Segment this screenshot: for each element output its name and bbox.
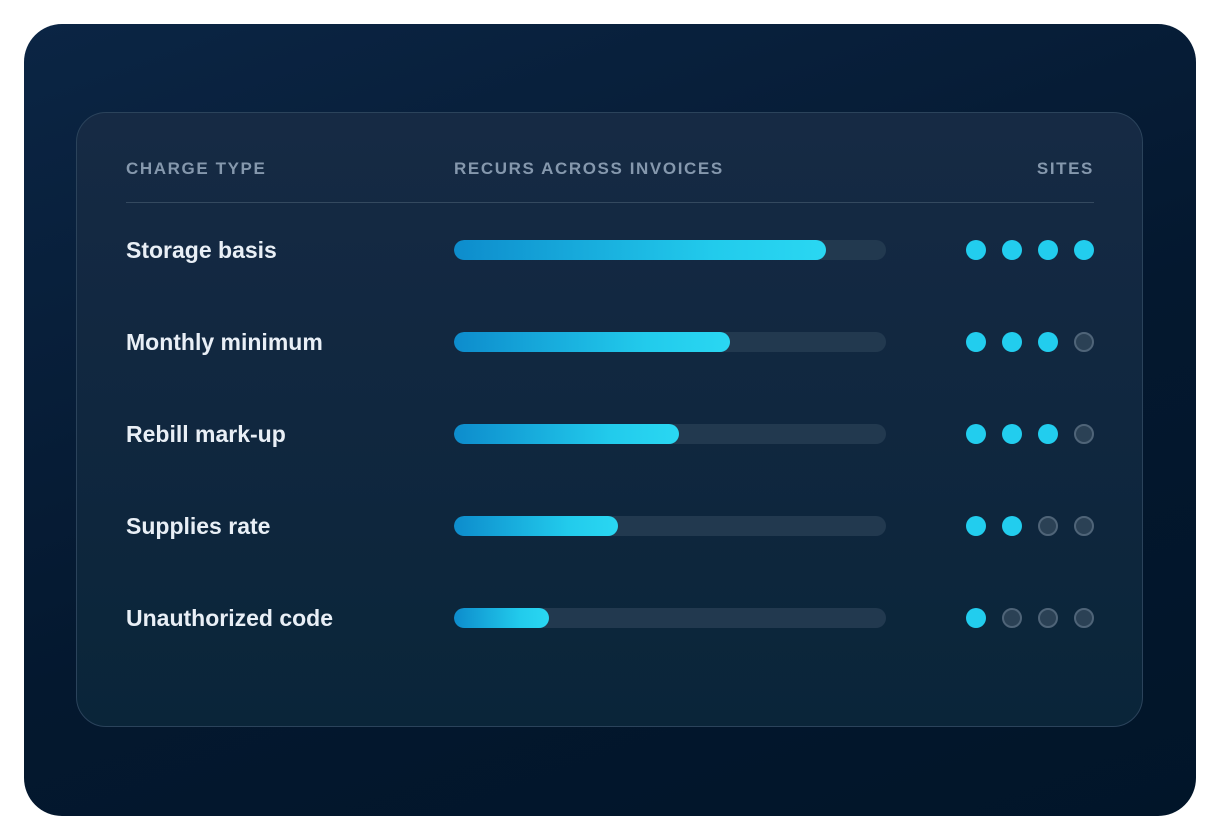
site-dot-active bbox=[1038, 240, 1058, 260]
background-panel: CHARGE TYPE RECURS ACROSS INVOICES SITES… bbox=[24, 24, 1196, 816]
charges-card: CHARGE TYPE RECURS ACROSS INVOICES SITES… bbox=[76, 112, 1143, 727]
recurrence-bar-fill bbox=[454, 608, 550, 628]
site-dot-active bbox=[966, 424, 986, 444]
charge-type-label: Rebill mark-up bbox=[126, 421, 286, 447]
recurrence-bar-fill bbox=[454, 424, 679, 444]
sites-indicator bbox=[966, 332, 1094, 352]
sites-indicator bbox=[966, 608, 1094, 628]
site-dot-inactive bbox=[1074, 608, 1094, 628]
table-row: Monthly minimum bbox=[126, 322, 1094, 362]
recurrence-bar-track bbox=[454, 516, 886, 536]
charge-type-label: Storage basis bbox=[126, 237, 277, 263]
site-dot-active bbox=[1074, 240, 1094, 260]
site-dot-active bbox=[1002, 516, 1022, 536]
site-dot-inactive bbox=[1074, 332, 1094, 352]
column-header-charge-type: CHARGE TYPE bbox=[126, 159, 267, 178]
table-header: CHARGE TYPE RECURS ACROSS INVOICES SITES bbox=[126, 158, 1094, 203]
recurrence-bar-track bbox=[454, 424, 886, 444]
recurrence-bar-track bbox=[454, 240, 886, 260]
charge-type-label: Supplies rate bbox=[126, 513, 271, 539]
site-dot-inactive bbox=[1038, 608, 1058, 628]
site-dot-active bbox=[966, 240, 986, 260]
site-dot-active bbox=[1002, 424, 1022, 444]
table-row: Unauthorized code bbox=[126, 598, 1094, 638]
site-dot-active bbox=[966, 516, 986, 536]
site-dot-inactive bbox=[1074, 424, 1094, 444]
site-dot-active bbox=[966, 608, 986, 628]
column-header-sites: SITES bbox=[1036, 159, 1094, 178]
site-dot-active bbox=[966, 332, 986, 352]
recurrence-bar-fill bbox=[454, 516, 619, 536]
recurrence-bar-fill bbox=[454, 332, 731, 352]
charge-type-label: Monthly minimum bbox=[126, 329, 323, 355]
site-dot-active bbox=[1038, 424, 1058, 444]
site-dot-active bbox=[1038, 332, 1058, 352]
site-dot-inactive bbox=[1038, 516, 1058, 536]
site-dot-inactive bbox=[1074, 516, 1094, 536]
recurrence-bar-track bbox=[454, 608, 886, 628]
sites-indicator bbox=[966, 516, 1094, 536]
charge-type-label: Unauthorized code bbox=[126, 605, 334, 631]
site-dot-active bbox=[1002, 240, 1022, 260]
recurrence-bar-fill bbox=[454, 240, 826, 260]
table-row: Storage basis bbox=[126, 230, 1094, 270]
recurrence-bar-track bbox=[454, 332, 886, 352]
site-dot-inactive bbox=[1002, 608, 1022, 628]
sites-indicator bbox=[966, 424, 1094, 444]
table-row: Supplies rate bbox=[126, 506, 1094, 546]
sites-indicator bbox=[966, 240, 1094, 260]
column-header-recurs: RECURS ACROSS INVOICES bbox=[454, 159, 724, 178]
site-dot-active bbox=[1002, 332, 1022, 352]
table-row: Rebill mark-up bbox=[126, 414, 1094, 454]
